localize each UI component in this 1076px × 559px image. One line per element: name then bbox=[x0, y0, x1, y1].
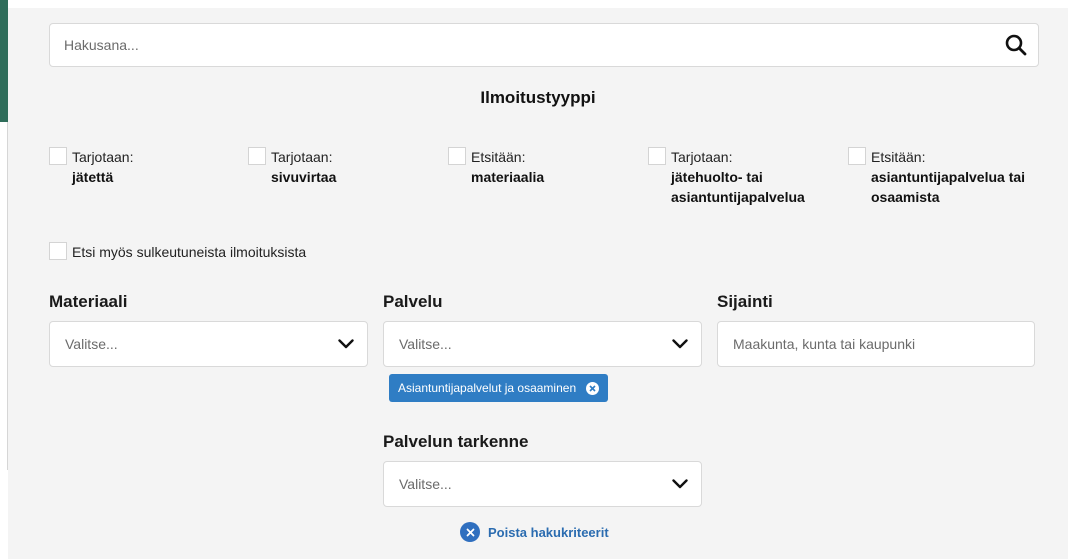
service-detail-select[interactable]: Valitse... bbox=[383, 461, 702, 507]
checkbox-include-closed[interactable]: Etsi myös sulkeutuneista ilmoituksista bbox=[49, 242, 306, 262]
announcement-type-title: Ilmoitustyyppi bbox=[480, 88, 596, 107]
checkbox-offer-sidestream[interactable]: Tarjotaan: sivuvirtaa bbox=[248, 147, 336, 187]
checkbox-seek-material[interactable]: Etsitään: materiaalia bbox=[448, 147, 544, 187]
service-label: Palvelu bbox=[383, 292, 443, 311]
chevron-down-icon bbox=[671, 335, 689, 353]
checkbox-offer-waste[interactable]: Tarjotaan: jätettä bbox=[49, 147, 133, 187]
select-placeholder: Valitse... bbox=[65, 336, 118, 352]
close-circle-icon bbox=[460, 522, 480, 542]
checkbox-box[interactable] bbox=[848, 147, 866, 165]
select-placeholder: Valitse... bbox=[399, 476, 452, 492]
checkbox-label: Tarjotaan: jätehuolto- tai asiantuntijap… bbox=[671, 149, 805, 205]
checkbox-offer-waste-service[interactable]: Tarjotaan: jätehuolto- tai asiantuntijap… bbox=[648, 147, 841, 207]
checkbox-box[interactable] bbox=[49, 147, 67, 165]
checkbox-box[interactable] bbox=[448, 147, 466, 165]
search-icon[interactable] bbox=[994, 24, 1038, 66]
chevron-down-icon bbox=[337, 335, 355, 353]
checkbox-label: Tarjotaan: sivuvirtaa bbox=[271, 149, 337, 185]
checkbox-seek-expert-service[interactable]: Etsitään: asiantuntijapalvelua tai osaam… bbox=[848, 147, 1061, 207]
checkbox-box[interactable] bbox=[49, 242, 67, 260]
location-input[interactable] bbox=[733, 336, 1034, 352]
remove-tag-icon[interactable] bbox=[586, 381, 600, 395]
selected-service-tag: Asiantuntijapalvelut ja osaaminen bbox=[389, 374, 609, 402]
search-bar bbox=[49, 23, 1039, 67]
service-select[interactable]: Valitse... bbox=[383, 321, 702, 367]
service-detail-label: Palvelun tarkenne bbox=[383, 432, 529, 451]
location-field bbox=[717, 321, 1035, 367]
checkbox-label: Tarjotaan: jätettä bbox=[72, 149, 134, 185]
clear-criteria-link[interactable]: Poista hakukriteerit bbox=[460, 522, 609, 542]
select-placeholder: Valitse... bbox=[399, 336, 452, 352]
location-label: Sijainti bbox=[717, 292, 773, 311]
material-label: Materiaali bbox=[49, 292, 128, 311]
checkbox-box[interactable] bbox=[648, 147, 666, 165]
tag-label: Asiantuntijapalvelut ja osaaminen bbox=[398, 381, 577, 395]
material-select[interactable]: Valitse... bbox=[49, 321, 368, 367]
chevron-down-icon bbox=[671, 475, 689, 493]
search-input[interactable] bbox=[64, 37, 994, 53]
clear-criteria-label: Poista hakukriteerit bbox=[488, 524, 609, 540]
checkbox-box[interactable] bbox=[248, 147, 266, 165]
checkbox-label: Etsitään: asiantuntijapalvelua tai osaam… bbox=[871, 149, 1026, 205]
checkbox-label: Etsitään: materiaalia bbox=[471, 149, 545, 185]
checkbox-label: Etsi myös sulkeutuneista ilmoituksista bbox=[72, 244, 307, 260]
